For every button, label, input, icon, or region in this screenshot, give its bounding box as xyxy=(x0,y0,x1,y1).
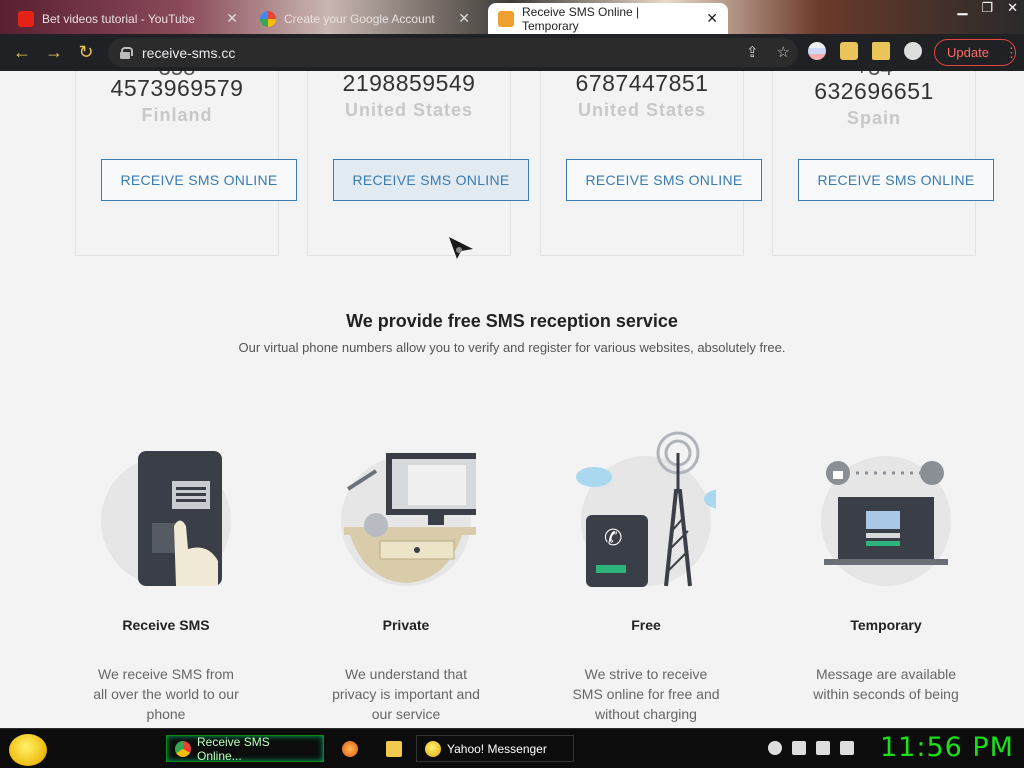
feature-description: We receive SMS from all over the world t… xyxy=(93,666,239,722)
chrome-icon xyxy=(175,740,191,757)
more-menu-icon[interactable]: ⋮ xyxy=(1005,45,1018,61)
phone-number: 2198859549 xyxy=(342,71,476,96)
feature-title: Receive SMS xyxy=(122,617,210,633)
system-tray xyxy=(768,741,854,755)
receive-sms-button[interactable]: RECEIVE SMS ONLINE xyxy=(798,159,994,201)
section-title: We provide free SMS reception service xyxy=(346,311,678,331)
phone-number: 632696651 xyxy=(814,78,934,104)
receive-sms-button[interactable]: RECEIVE SMS ONLINE xyxy=(101,159,297,201)
number-card: 6787447851 United States RECEIVE SMS ONL… xyxy=(540,71,762,256)
section-subtitle: Our virtual phone numbers allow you to v… xyxy=(238,340,786,355)
forward-arrow-icon[interactable]: → xyxy=(38,37,70,69)
extension-area xyxy=(808,42,922,60)
close-window-icon[interactable]: ✕ xyxy=(1007,0,1018,16)
close-icon[interactable]: ✕ xyxy=(226,10,238,27)
maximize-icon[interactable]: ❐ xyxy=(981,0,993,16)
phone-hand-icon xyxy=(101,451,231,586)
google-icon xyxy=(260,10,276,27)
tab-title: Bet videos tutorial - YouTube xyxy=(42,11,195,26)
taskbar-clock: 11:56 PM xyxy=(880,732,1014,763)
back-arrow-icon[interactable]: ← xyxy=(6,37,38,69)
tray-messenger-icon[interactable] xyxy=(768,741,782,755)
radio-tower-icon: ✆ xyxy=(576,431,716,587)
taskbar-item-chrome[interactable]: Receive SMS Online... xyxy=(166,734,324,763)
side-panel-icon[interactable] xyxy=(872,42,890,60)
share-icon[interactable]: ⇪ xyxy=(746,43,759,61)
extension-flag-icon[interactable] xyxy=(808,42,826,60)
firefox-icon xyxy=(342,740,358,757)
laptop-cloud-icon xyxy=(821,456,951,586)
window-controls: ▁ ❐ ✕ xyxy=(957,0,1018,16)
taskbar-label: Receive SMS Online... xyxy=(197,734,270,763)
mouse-cursor-icon xyxy=(449,237,473,259)
address-bar[interactable]: receive-sms.cc ⇪ ☆ xyxy=(108,38,798,67)
number-card: 2198859549 United States RECEIVE SMS ONL… xyxy=(307,71,529,256)
close-icon[interactable]: ✕ xyxy=(706,10,718,27)
svg-text:✆: ✆ xyxy=(604,526,622,551)
feature-description: We understand that privacy is important … xyxy=(332,666,480,722)
number-card: +34 632696651 Spain RECEIVE SMS ONLINE xyxy=(772,71,994,256)
receive-sms-button[interactable]: RECEIVE SMS ONLINE xyxy=(333,159,529,201)
url-text[interactable]: receive-sms.cc xyxy=(142,45,235,61)
tray-volume-icon[interactable] xyxy=(840,741,854,755)
lock-icon[interactable] xyxy=(120,46,133,59)
phone-number: 4573969579 xyxy=(110,75,244,101)
tray-flag-icon[interactable] xyxy=(792,741,806,755)
tab-google-account[interactable]: Create your Google Account ✕ xyxy=(250,3,480,34)
phone-number: 6787447851 xyxy=(575,71,709,96)
tab-receive-sms[interactable]: Receive SMS Online | Temporary ✕ xyxy=(488,3,728,34)
receive-sms-icon xyxy=(498,10,514,27)
country-name: Spain xyxy=(846,108,901,128)
country-name: United States xyxy=(577,100,707,120)
receive-sms-button[interactable]: RECEIVE SMS ONLINE xyxy=(566,159,762,201)
start-smiley-icon[interactable] xyxy=(9,734,47,766)
desk-monitor-icon xyxy=(341,453,476,586)
feature-description: Message are available within seconds of … xyxy=(813,666,959,702)
taskbar-item-firefox[interactable] xyxy=(334,735,366,762)
browser-tab-strip: Bet videos tutorial - YouTube ✕ Create y… xyxy=(0,0,1024,34)
tab-title: Create your Google Account xyxy=(284,11,435,26)
os-taskbar: Receive SMS Online... Yahoo! Messenger 1… xyxy=(0,728,1024,768)
bookmark-star-icon[interactable]: ☆ xyxy=(777,43,790,61)
tab-title: Receive SMS Online | Temporary xyxy=(522,4,640,33)
tab-youtube[interactable]: Bet videos tutorial - YouTube ✕ xyxy=(8,3,248,34)
feature-title: Free xyxy=(631,617,661,633)
profile-avatar-icon[interactable] xyxy=(904,42,922,60)
update-label: Update xyxy=(947,45,989,60)
youtube-icon xyxy=(18,10,34,27)
feature-title: Temporary xyxy=(850,617,922,633)
country-name: Finland xyxy=(141,105,213,125)
tray-network-icon[interactable] xyxy=(816,741,830,755)
minimize-icon[interactable]: ▁ xyxy=(957,0,967,16)
taskbar-label: Yahoo! Messenger xyxy=(447,741,547,756)
taskbar-item-yahoo-messenger[interactable]: Yahoo! Messenger xyxy=(416,735,574,762)
page-content: 358 4573969579 Finland RECEIVE SMS ONLIN… xyxy=(0,71,1024,728)
reload-icon[interactable]: ↻ xyxy=(70,37,102,69)
feature-title: Private xyxy=(382,617,430,633)
update-button[interactable]: Update ⋮ xyxy=(934,39,1018,66)
country-name: United States xyxy=(344,100,474,120)
feature-description: We strive to receive SMS online for free… xyxy=(572,666,720,722)
close-icon[interactable]: ✕ xyxy=(458,10,470,27)
yahoo-messenger-icon xyxy=(425,740,441,757)
puzzle-extensions-icon[interactable] xyxy=(840,42,858,60)
taskbar-item-folder[interactable] xyxy=(378,735,410,762)
folder-icon xyxy=(386,740,402,757)
number-card: 358 4573969579 Finland RECEIVE SMS ONLIN… xyxy=(75,71,297,256)
